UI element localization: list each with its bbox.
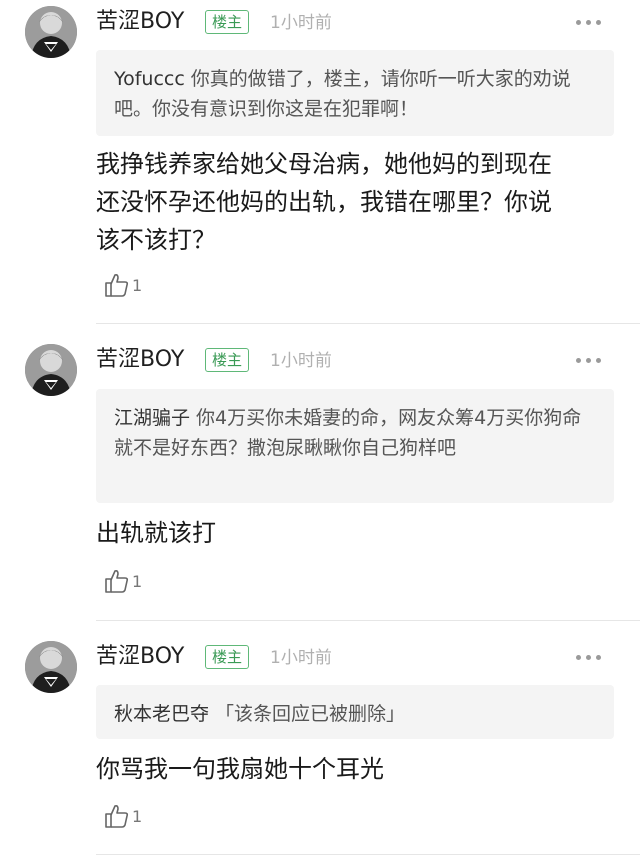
avatar[interactable] — [25, 641, 77, 693]
divider — [96, 620, 640, 621]
quoted-comment: 秋本老巴夺 「该条回应已被删除」 — [96, 685, 614, 739]
thumbs-up-icon — [105, 274, 129, 297]
quote-author[interactable]: Yofuccc — [114, 68, 185, 90]
timestamp: 1小时前 — [270, 648, 332, 668]
reply-text: 我挣钱养家给她父母治病，她他妈的到现在 还没怀孕还他妈的出轨，我错在哪里？你说 … — [96, 145, 626, 259]
avatar-image — [25, 6, 77, 58]
avatar-image — [25, 641, 77, 693]
quote-text: 「该条回应已被删除」 — [215, 703, 406, 725]
reply-text: 出轨就该打 — [96, 514, 626, 552]
comment-item: 苦涩BOY 楼主 1小时前 江湖骗子 你4万买你未婚妻的命，网友众筹4万买你狗命就… — [0, 338, 640, 623]
divider — [96, 854, 640, 855]
reply-line: 该不该打？ — [96, 226, 216, 254]
reply-line: 还没怀孕还他妈的出轨，我错在哪里？你说 — [96, 188, 552, 216]
username[interactable]: 苦涩BOY — [96, 643, 184, 671]
timestamp: 1小时前 — [270, 13, 332, 33]
quote-author[interactable]: 秋本老巴夺 — [114, 703, 209, 725]
quoted-comment: Yofuccc 你真的做错了，楼主，请你听一听大家的劝说吧。你没有意识到你这是在犯… — [96, 50, 614, 136]
username[interactable]: 苦涩BOY — [96, 346, 184, 374]
comment-item: 苦涩BOY 楼主 1小时前 秋本老巴夺 「该条回应已被删除」 你骂我一句我扇她十个… — [0, 635, 640, 860]
timestamp: 1小时前 — [270, 351, 332, 371]
quoted-comment: 江湖骗子 你4万买你未婚妻的命，网友众筹4万买你狗命就不是好东西？撒泡尿瞅瞅你自己… — [96, 389, 614, 503]
avatar[interactable] — [25, 6, 77, 58]
reply-line: 出轨就该打 — [96, 519, 216, 547]
like-button[interactable]: 1 — [104, 272, 142, 298]
thumbs-up-icon — [105, 570, 129, 593]
divider — [96, 323, 640, 324]
more-dots-icon[interactable] — [574, 18, 604, 28]
reply-line: 你骂我一句我扇她十个耳光 — [96, 755, 384, 783]
more-dots-icon[interactable] — [574, 653, 604, 663]
reply-line: 我挣钱养家给她父母治病，她他妈的到现在 — [96, 150, 552, 178]
like-button[interactable]: 1 — [104, 803, 142, 829]
comment-item: 苦涩BOY 楼主 1小时前 Yofuccc 你真的做错了，楼主，请你听一听大家的劝… — [0, 0, 640, 325]
like-count: 1 — [132, 276, 143, 295]
op-badge: 楼主 — [205, 10, 250, 34]
username[interactable]: 苦涩BOY — [96, 8, 184, 36]
quote-author[interactable]: 江湖骗子 — [114, 407, 190, 429]
reply-text: 你骂我一句我扇她十个耳光 — [96, 750, 626, 788]
thumbs-up-icon — [105, 805, 129, 828]
like-count: 1 — [132, 807, 143, 826]
like-button[interactable]: 1 — [104, 568, 142, 594]
avatar[interactable] — [25, 344, 77, 396]
op-badge: 楼主 — [205, 645, 250, 669]
op-badge: 楼主 — [205, 348, 250, 372]
avatar-image — [25, 344, 77, 396]
like-count: 1 — [132, 572, 143, 591]
more-dots-icon[interactable] — [574, 356, 604, 366]
